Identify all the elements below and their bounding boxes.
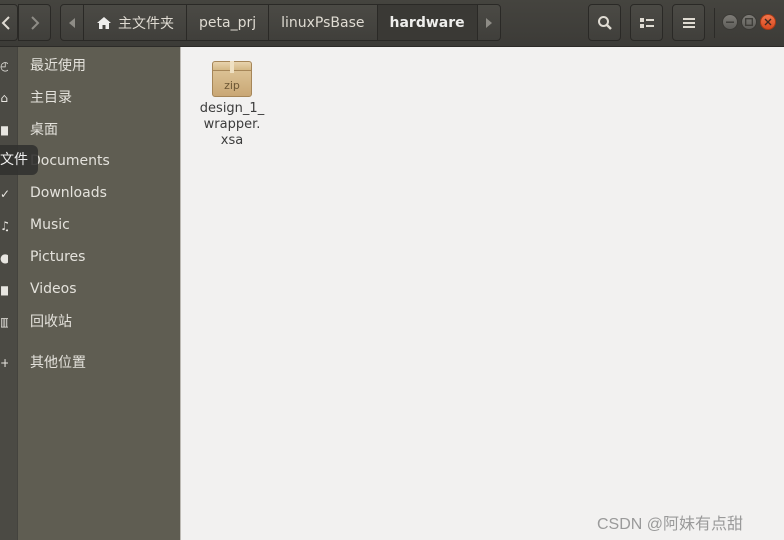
sidebar-item-recent[interactable]: 最近使用	[30, 56, 170, 76]
chevron-left-icon	[1, 15, 10, 30]
forward-button[interactable]	[18, 4, 51, 41]
breadcrumb-home[interactable]: 主文件夹	[84, 5, 187, 40]
desktop-icon: ■	[0, 123, 8, 137]
file-view: zip design_1_ wrapper. xsa	[181, 47, 784, 540]
plus-icon: +	[0, 356, 8, 370]
dock-strip: ◴ ⌂ ■ ✓ ♫ ● ■ ▥ +	[0, 47, 18, 540]
music-icon: ♫	[0, 219, 8, 233]
triangle-right-icon	[485, 17, 492, 28]
sidebar-item-trash[interactable]: 回收站	[30, 312, 170, 332]
minimize-button[interactable]	[722, 14, 738, 30]
sidebar-item-documents[interactable]: Documents	[30, 151, 170, 171]
videos-icon: ■	[0, 283, 8, 297]
search-button[interactable]	[588, 4, 621, 41]
places-sidebar: 最近使用 主目录 桌面 Documents Downloads Music Pi…	[0, 47, 181, 540]
sidebar-item-other-locations[interactable]: 其他位置	[30, 353, 170, 373]
maximize-button[interactable]	[741, 14, 757, 30]
breadcrumb-label: hardware	[389, 14, 465, 31]
trash-icon: ▥	[0, 315, 8, 329]
hamburger-menu-icon	[682, 17, 695, 28]
close-icon	[764, 18, 772, 26]
path-scroll-left[interactable]	[61, 5, 84, 40]
file-name-line: design_1_	[199, 101, 265, 116]
dock-tooltip: 文件	[0, 145, 38, 175]
sidebar-item-home[interactable]: 主目录	[30, 88, 170, 108]
sidebar-item-music[interactable]: Music	[30, 215, 170, 235]
file-name-line: wrapper.	[203, 117, 261, 132]
maximize-icon	[745, 18, 753, 26]
zip-icon-label: zip	[224, 79, 240, 92]
breadcrumb-peta-prj[interactable]: peta_prj	[187, 5, 270, 40]
file-name: design_1_ wrapper. xsa	[195, 101, 269, 149]
sidebar-item-downloads[interactable]: Downloads	[30, 183, 170, 203]
breadcrumb-label: 主文件夹	[118, 15, 174, 32]
breadcrumb-label: linuxPsBase	[281, 14, 365, 31]
file-item[interactable]: zip design_1_ wrapper. xsa	[195, 59, 269, 149]
home-icon	[97, 16, 111, 29]
sidebar-item-pictures[interactable]: Pictures	[30, 247, 170, 267]
close-button[interactable]	[760, 14, 776, 30]
sidebar-item-videos[interactable]: Videos	[30, 279, 170, 299]
list-view-icon	[639, 17, 654, 28]
path-bar: 主文件夹 peta_prj linuxPsBase hardware	[60, 4, 501, 41]
file-name-line: xsa	[220, 133, 244, 148]
headerbar-separator	[714, 8, 715, 38]
home-icon: ⌂	[0, 91, 8, 105]
menu-button[interactable]	[672, 4, 705, 41]
pictures-icon: ●	[0, 251, 8, 265]
zip-archive-icon: zip	[210, 59, 254, 99]
path-scroll-right[interactable]	[478, 5, 500, 40]
sidebar-item-desktop[interactable]: 桌面	[30, 120, 170, 140]
clock-icon: ◴	[0, 59, 8, 73]
breadcrumb-label: peta_prj	[199, 14, 257, 31]
headerbar: 主文件夹 peta_prj linuxPsBase hardware	[0, 0, 784, 47]
watermark: CSDN @阿妹有点甜	[597, 516, 744, 533]
view-toggle-button[interactable]	[630, 4, 663, 41]
breadcrumb-linuxpsbase[interactable]: linuxPsBase	[269, 5, 378, 40]
search-icon	[597, 15, 612, 30]
minimize-icon	[726, 21, 734, 23]
triangle-left-icon	[69, 17, 75, 28]
chevron-right-icon	[30, 15, 39, 30]
breadcrumb-hardware[interactable]: hardware	[377, 5, 478, 40]
downloads-icon: ✓	[0, 187, 8, 201]
back-button[interactable]	[0, 4, 18, 41]
